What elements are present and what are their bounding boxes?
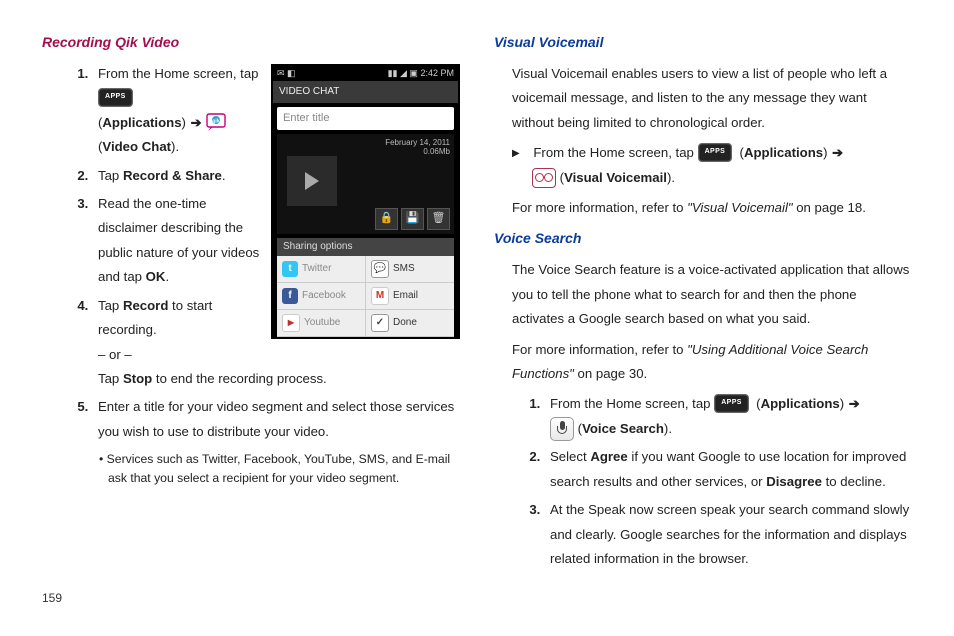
apps-icon: APPS [98,88,133,107]
page-number: 159 [42,587,912,609]
phone-video-size: 0.06Mb [385,147,450,157]
share-facebook-label[interactable]: Facebook [302,290,346,302]
youtube-icon[interactable]: ▶ [282,314,300,332]
share-done-label[interactable]: Done [393,317,417,329]
step-5-sub: Services such as Twitter, Facebook, YouT… [42,450,460,488]
play-icon[interactable] [287,156,337,206]
share-sms-label[interactable]: SMS [393,263,415,275]
status-left-icon: ✉ ◧ [277,68,296,79]
heading-recording-qik: Recording Qik Video [42,30,460,56]
phone-screenshot: ✉ ◧ ▮▮ ◢ ▣ 2:42 PM VIDEO CHAT Enter titl… [271,64,460,339]
sharing-options-header: Sharing options [277,238,454,256]
step-3: Read the one-time disclaimer describing … [92,192,298,290]
vv-step: From the Home screen, tap APPS (Applicat… [494,141,912,190]
sms-icon[interactable]: 💬 [371,260,389,278]
share-email-label[interactable]: Email [393,290,418,302]
facebook-icon[interactable]: f [282,288,298,304]
heading-visual-voicemail: Visual Voicemail [494,30,912,56]
play-bullet-icon [512,145,530,160]
phone-video-date: February 14, 2011 [385,138,450,148]
trash-icon[interactable]: 🗑 [427,208,450,230]
qik-icon: qik [206,113,226,131]
apps-icon: APPS [698,143,733,162]
twitter-icon[interactable]: t [282,261,298,277]
vs-more-info: For more information, refer to "Using Ad… [494,338,912,387]
email-icon[interactable]: M [371,287,389,305]
status-time: 2:42 PM [420,68,454,78]
vv-paragraph: Visual Voicemail enables users to view a… [494,62,912,135]
step-1: From the Home screen, tap APPS (Applicat… [92,62,298,160]
status-signal-icon: ▮▮ ◢ ▣ [388,68,418,78]
vs-step-3: At the Speak now screen speak your searc… [544,498,912,571]
phone-titlebar: VIDEO CHAT [273,81,458,103]
step-5: Enter a title for your video segment and… [92,395,460,444]
arrow-icon [190,115,203,130]
visual-voicemail-icon [532,168,556,188]
arrow-icon [848,396,861,411]
phone-video-area: February 14, 2011 0.06Mb 🔒 💾 🗑 [277,134,454,234]
lock-icon[interactable]: 🔒 [375,208,398,230]
arrow-icon [831,145,844,160]
mic-icon [550,417,574,441]
save-icon[interactable]: 💾 [401,208,424,230]
share-twitter-label[interactable]: Twitter [302,263,331,275]
heading-voice-search: Voice Search [494,226,912,252]
done-icon[interactable]: ✓ [371,314,389,332]
vv-more-info: For more information, refer to "Visual V… [494,196,912,220]
svg-text:qik: qik [213,119,220,125]
vs-step-2: Select Agree if you want Google to use l… [544,445,912,494]
step-2: Tap Record & Share. [92,164,298,188]
vs-paragraph: The Voice Search feature is a voice-acti… [494,258,912,331]
vs-step-1: From the Home screen, tap APPS (Applicat… [544,392,912,441]
share-youtube-label[interactable]: Youtube [304,317,340,329]
phone-title-input[interactable]: Enter title [277,107,454,130]
apps-icon: APPS [714,394,749,413]
